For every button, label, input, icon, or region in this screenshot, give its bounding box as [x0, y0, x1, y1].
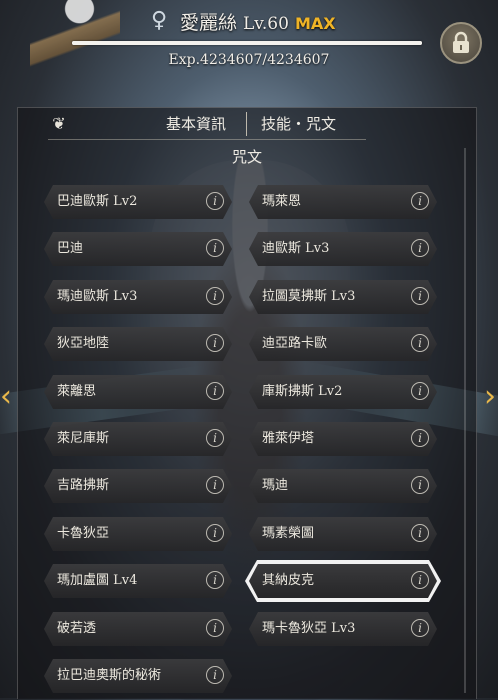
spell-label: 萊尼庫斯 [57, 431, 110, 446]
spell-label: 瑪加盧圖 Lv4 [57, 573, 138, 588]
info-icon[interactable]: i [206, 334, 224, 352]
spell-button[interactable]: 瑪迪 i [249, 469, 437, 503]
character-level: Lv.60 [243, 14, 289, 34]
spell-label: 雅萊伊塔 [262, 431, 315, 446]
info-icon[interactable]: i [206, 239, 224, 257]
spell-label: 卡魯狄亞 [57, 526, 110, 541]
spell-button[interactable]: 萊離思 i [44, 375, 232, 409]
spell-label: 狄亞地陸 [57, 336, 110, 351]
spell-button[interactable]: 萊尼庫斯 i [44, 422, 232, 456]
spell-label: 瑪迪歐斯 Lv3 [57, 289, 138, 304]
character-name: 愛麗絲 [180, 12, 238, 34]
spell-button[interactable]: 瑪萊恩 i [249, 185, 437, 219]
spell-label: 迪亞路卡歐 [262, 336, 328, 351]
info-icon[interactable]: i [206, 192, 224, 210]
spell-label: 巴迪 [57, 241, 84, 256]
info-icon[interactable]: i [411, 476, 429, 494]
info-panel: ❦ 基本資訊 技能・咒文 咒文 巴迪歐斯 Lv2 i 巴迪 i 瑪迪歐斯 Lv3 i 狄亞地… [17, 107, 477, 699]
section-title: 咒文 [231, 148, 262, 166]
spell-label: 瑪素榮圖 [262, 526, 315, 541]
spell-button[interactable]: 巴迪 i [44, 232, 232, 266]
spell-label: 瑪萊恩 [262, 194, 302, 209]
info-icon[interactable]: i [206, 382, 224, 400]
spell-label: 瑪迪 [262, 478, 289, 493]
info-icon[interactable]: i [411, 287, 429, 305]
spell-button[interactable]: 瑪加盧圖 Lv4 i [44, 564, 232, 598]
spell-button[interactable]: 瑪素榮圖 i [249, 517, 437, 551]
exp-progress-bar [72, 41, 422, 45]
lock-button[interactable] [440, 22, 482, 64]
emblem-icon: ❦ [52, 114, 66, 133]
info-icon[interactable]: i [206, 571, 224, 589]
spell-button[interactable]: 卡魯狄亞 i [44, 517, 232, 551]
info-icon[interactable]: i [206, 666, 224, 684]
info-icon[interactable]: i [411, 571, 429, 589]
spell-label: 萊離思 [57, 384, 97, 399]
spell-label: 破若透 [57, 621, 97, 636]
spell-button[interactable]: 瑪迪歐斯 Lv3 i [44, 280, 232, 314]
info-icon[interactable]: i [411, 382, 429, 400]
spell-label: 巴迪歐斯 Lv2 [57, 194, 138, 209]
tab-basic-info[interactable]: 基本資訊 [166, 113, 226, 135]
tab-skills-spells[interactable]: 技能・咒文 [261, 113, 336, 135]
info-icon[interactable]: i [411, 619, 429, 637]
spell-button[interactable]: 破若透 i [44, 612, 232, 646]
spell-button[interactable]: 狄亞地陸 i [44, 327, 232, 361]
tab-divider [246, 112, 247, 136]
spell-button[interactable]: 巴迪歐斯 Lv2 i [44, 185, 232, 219]
info-icon[interactable]: i [411, 334, 429, 352]
spell-label: 迪歐斯 Lv3 [262, 241, 330, 256]
spell-label: 庫斯拂斯 Lv2 [262, 384, 343, 399]
character-header: ♀ 愛麗絲 Lv.60 MAX Exp.4234607/4234607 [0, 0, 498, 80]
spell-button[interactable]: 拉圖莫拂斯 Lv3 i [249, 280, 437, 314]
spell-label: 瑪卡魯狄亞 Lv3 [262, 621, 356, 636]
info-icon[interactable]: i [206, 476, 224, 494]
spell-button[interactable]: 拉巴迪奧斯的秘術 i [44, 659, 232, 693]
spell-button[interactable]: 瑪卡魯狄亞 Lv3 i [249, 612, 437, 646]
scrollbar[interactable] [464, 148, 466, 693]
spell-label: 其納皮克 [262, 573, 315, 588]
tab-underline [48, 139, 366, 140]
next-character-arrow[interactable]: › [484, 382, 498, 412]
spell-button[interactable]: 迪歐斯 Lv3 i [249, 232, 437, 266]
info-icon[interactable]: i [206, 287, 224, 305]
exp-readout: Exp.4234607/4234607 [168, 52, 330, 68]
character-title: 愛麗絲 Lv.60 MAX [180, 8, 336, 36]
info-icon[interactable]: i [206, 524, 224, 542]
info-icon[interactable]: i [206, 619, 224, 637]
info-icon[interactable]: i [206, 429, 224, 447]
spell-label: 吉路拂斯 [57, 478, 110, 493]
lock-icon [453, 31, 469, 53]
spell-label: 拉巴迪奧斯的秘術 [57, 668, 162, 683]
spell-button[interactable]: 庫斯拂斯 Lv2 i [249, 375, 437, 409]
info-icon[interactable]: i [411, 192, 429, 210]
spell-label: 拉圖莫拂斯 Lv3 [262, 289, 356, 304]
info-icon[interactable]: i [411, 239, 429, 257]
info-icon[interactable]: i [411, 524, 429, 542]
spell-button[interactable]: 雅萊伊塔 i [249, 422, 437, 456]
info-icon[interactable]: i [411, 429, 429, 447]
spell-button[interactable]: 迪亞路卡歐 i [249, 327, 437, 361]
spell-button[interactable]: 其納皮克 i [249, 564, 437, 598]
previous-character-arrow[interactable]: ‹ [0, 382, 14, 412]
exp-progress-fill [72, 41, 422, 45]
spell-button[interactable]: 吉路拂斯 i [44, 469, 232, 503]
female-symbol-icon: ♀ [150, 8, 168, 33]
max-level-badge: MAX [294, 14, 336, 33]
tab-bar: ❦ 基本資訊 技能・咒文 [18, 108, 476, 140]
